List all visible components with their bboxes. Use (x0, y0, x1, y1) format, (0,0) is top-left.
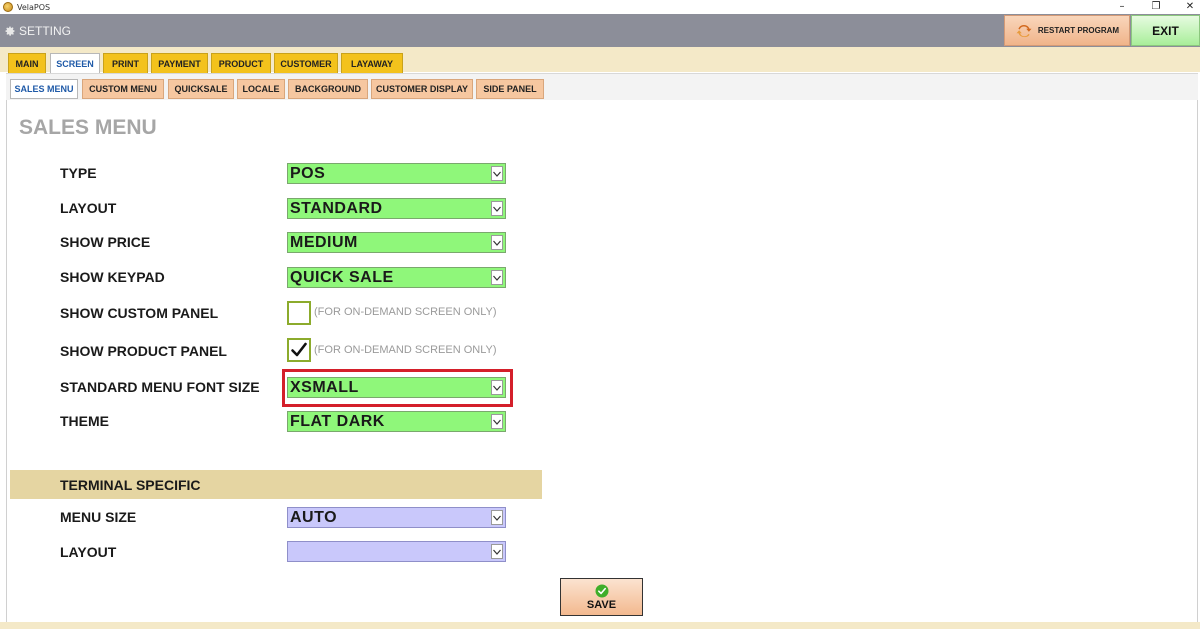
chevron-down-icon (493, 275, 501, 281)
save-button[interactable]: SAVE (560, 578, 643, 616)
chevron-down-icon (493, 206, 501, 212)
theme-select[interactable]: FLAT DARK (287, 411, 506, 432)
minimize-icon[interactable]: – (1116, 0, 1128, 14)
close-icon[interactable]: ✕ (1184, 0, 1196, 14)
chevron-down-icon (493, 515, 501, 521)
terminal-specific-section-header: TERMINAL SPECIFIC (10, 470, 542, 499)
chevron-down-icon (493, 171, 501, 177)
dropdown-arrow[interactable] (491, 270, 503, 285)
show-product-panel-note: (FOR ON-DEMAND SCREEN ONLY) (314, 344, 497, 356)
tab-product[interactable]: PRODUCT (211, 53, 271, 73)
layout-value: STANDARD (290, 199, 383, 217)
show-keypad-select[interactable]: QUICK SALE (287, 267, 506, 288)
subtab-background[interactable]: BACKGROUND (288, 79, 368, 99)
menu-size-select[interactable]: AUTO (287, 507, 506, 528)
menu-size-label: MENU SIZE (60, 509, 137, 525)
bottom-status-strip (0, 622, 1200, 629)
page-header-title: SETTING (19, 23, 72, 38)
show-keypad-label: SHOW KEYPAD (60, 269, 165, 285)
tab-print[interactable]: PRINT (103, 53, 148, 73)
page-title: SALES MENU (19, 116, 157, 139)
exit-button[interactable]: EXIT (1131, 15, 1200, 46)
gear-icon (5, 26, 15, 36)
header-title-group: SETTING (4, 14, 71, 47)
settings-content-panel (6, 100, 1198, 622)
dropdown-arrow[interactable] (491, 235, 503, 250)
chevron-down-icon (493, 419, 501, 425)
dropdown-arrow[interactable] (491, 414, 503, 429)
chevron-down-icon (493, 549, 501, 555)
checkmark-circle-icon (595, 584, 608, 597)
standard-menu-font-size-label: STANDARD MENU FONT SIZE (60, 379, 260, 395)
chevron-down-icon (493, 240, 501, 246)
os-title-bar: VelaPOS – ❐ ✕ (0, 0, 1200, 14)
terminal-specific-title: TERMINAL SPECIFIC (60, 476, 201, 493)
dropdown-arrow[interactable] (491, 166, 503, 181)
save-label: SAVE (586, 598, 617, 611)
show-keypad-value: QUICK SALE (290, 268, 394, 286)
theme-value: FLAT DARK (290, 412, 385, 430)
show-custom-panel-label: SHOW CUSTOM PANEL (60, 305, 219, 321)
restore-icon[interactable]: ❐ (1150, 0, 1162, 14)
dropdown-arrow[interactable] (491, 201, 503, 216)
show-price-label: SHOW PRICE (60, 234, 151, 250)
show-custom-panel-checkbox[interactable] (287, 301, 311, 325)
subtab-sales-menu[interactable]: SALES MENU (10, 79, 78, 99)
window-controls: – ❐ ✕ (1116, 0, 1196, 14)
show-custom-panel-note: (FOR ON-DEMAND SCREEN ONLY) (314, 306, 497, 318)
terminal-layout-label: LAYOUT (60, 544, 117, 560)
type-label: TYPE (60, 165, 97, 181)
layout-label: LAYOUT (60, 200, 117, 216)
type-value: POS (290, 164, 326, 182)
dropdown-arrow[interactable] (491, 544, 503, 559)
tab-payment[interactable]: PAYMENT (151, 53, 208, 73)
restart-program-label: RESTART PROGRAM (1037, 26, 1120, 35)
show-price-select[interactable]: MEDIUM (287, 232, 506, 253)
show-price-value: MEDIUM (290, 233, 358, 251)
show-product-panel-checkbox[interactable] (287, 338, 311, 362)
window-title: VelaPOS (17, 2, 51, 12)
tab-main[interactable]: MAIN (8, 53, 46, 73)
app-header: SETTING RESTART PROGRAM EXIT (0, 14, 1200, 47)
subtab-side-panel[interactable]: SIDE PANEL (476, 79, 544, 99)
subtab-quicksale[interactable]: QUICKSALE (168, 79, 234, 99)
subtab-locale[interactable]: LOCALE (237, 79, 285, 99)
layout-select[interactable]: STANDARD (287, 198, 506, 219)
show-product-panel-label: SHOW PRODUCT PANEL (60, 343, 227, 359)
restart-icon (1016, 24, 1032, 37)
type-select[interactable]: POS (287, 163, 506, 184)
tab-customer[interactable]: CUSTOMER (274, 53, 338, 73)
highlight-annotation-box (282, 369, 513, 407)
theme-label: THEME (60, 413, 109, 429)
menu-size-value: AUTO (290, 508, 338, 526)
tab-screen[interactable]: SCREEN (50, 53, 100, 74)
app-logo-icon (3, 2, 13, 12)
terminal-layout-select[interactable] (287, 541, 506, 562)
tab-layaway[interactable]: LAYAWAY (341, 53, 403, 73)
restart-program-button[interactable]: RESTART PROGRAM (1004, 15, 1130, 46)
subtab-custom-menu[interactable]: CUSTOM MENU (82, 79, 164, 99)
subtab-customer-display[interactable]: CUSTOMER DISPLAY (371, 79, 473, 99)
checkmark-icon (291, 342, 307, 357)
dropdown-arrow[interactable] (491, 510, 503, 525)
